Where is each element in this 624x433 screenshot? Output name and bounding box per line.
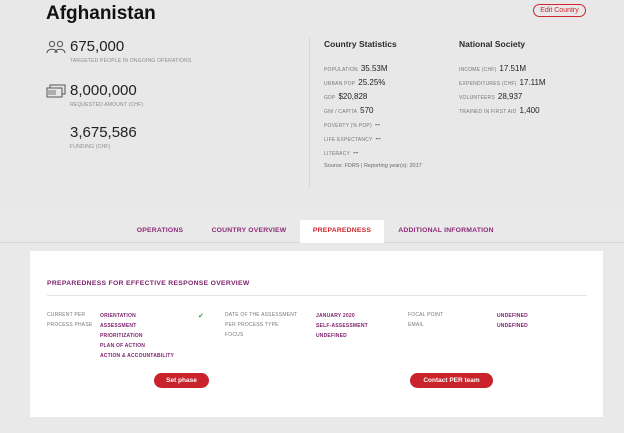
country-statistics-heading: Country Statistics (324, 39, 397, 49)
set-phase-button[interactable]: Set phase (154, 373, 209, 388)
phase-item: ORIENTATION (100, 313, 136, 319)
ns-row-first-aid: TRAINED IN FIRST AID 1,400 (459, 100, 540, 118)
stat-row-value: -- (375, 134, 381, 143)
panel-divider (47, 295, 587, 296)
focal-value: UNDEFINED (497, 313, 528, 319)
stat-row-literacy: LITERACY -- (324, 142, 358, 160)
phase-item: ASSESSMENT (100, 323, 137, 329)
assessment-label: PER PROCESS TYPE (225, 322, 279, 328)
divider (309, 38, 310, 188)
stat-label: REQUESTED AMOUNT (CHF) (70, 102, 144, 108)
ns-row-value: 1,400 (519, 106, 540, 115)
phase-label-line: PROCESS PHASE (47, 321, 93, 328)
ns-row-value: 17.11M (519, 78, 546, 87)
data-source-note: Source: FDRS | Reporting year(s): 2017 (324, 163, 422, 169)
assessment-value: UNDEFINED (316, 333, 347, 339)
assessment-label: DATE OF THE ASSESSMENT (225, 312, 298, 318)
phase-item: ACTION & ACCOUNTABILITY (100, 353, 175, 359)
ns-row-label: TRAINED IN FIRST AID (459, 109, 517, 115)
contact-per-team-button[interactable]: Contact PER team (410, 373, 493, 388)
check-icon: ✔ (198, 313, 204, 320)
stat-row-label: LITERACY (324, 151, 351, 157)
phase-label-line: CURRENT PER (47, 312, 86, 318)
tab-country-overview[interactable]: COUNTRY OVERVIEW (200, 220, 298, 242)
stat-label: TARGETED PEOPLE IN ONGOING OPERATIONS (70, 58, 192, 64)
page-title: Afghanistan (46, 3, 156, 24)
tab-operations[interactable]: OPERATIONS (122, 220, 198, 242)
stat-value: 3,675,586 (70, 124, 137, 141)
money-icon (46, 84, 66, 98)
stat-row-value: -- (353, 148, 359, 157)
stat-value: 675,000 (70, 38, 125, 55)
focal-value: UNDEFINED (497, 323, 528, 329)
tab-preparedness[interactable]: PREPAREDNESS (300, 220, 384, 243)
stat-label: FUNDING (CHF) (70, 144, 111, 150)
phase-item: PRIORITIZATION (100, 333, 143, 339)
edit-country-button[interactable]: Edit Country (533, 4, 586, 17)
phase-item: PLAN OF ACTION (100, 343, 146, 349)
national-society-heading: National Society (459, 39, 526, 49)
assessment-value: JANUARY 2020 (316, 313, 355, 319)
panel-title: PREPAREDNESS FOR EFFECTIVE RESPONSE OVER… (47, 280, 250, 287)
people-icon (46, 40, 66, 54)
assessment-label: FOCUS (225, 332, 244, 338)
focal-label: EMAIL (408, 322, 425, 328)
phase-label: CURRENT PER PROCESS PHASE (47, 311, 92, 330)
stat-value: 8,000,000 (70, 82, 137, 99)
preparedness-panel: PREPAREDNESS FOR EFFECTIVE RESPONSE OVER… (30, 251, 603, 417)
tab-additional-information[interactable]: ADDITIONAL INFORMATION (386, 220, 506, 242)
assessment-value: SELF-ASSESSMENT (316, 323, 368, 329)
focal-label: FOCAL POINT (408, 312, 444, 318)
